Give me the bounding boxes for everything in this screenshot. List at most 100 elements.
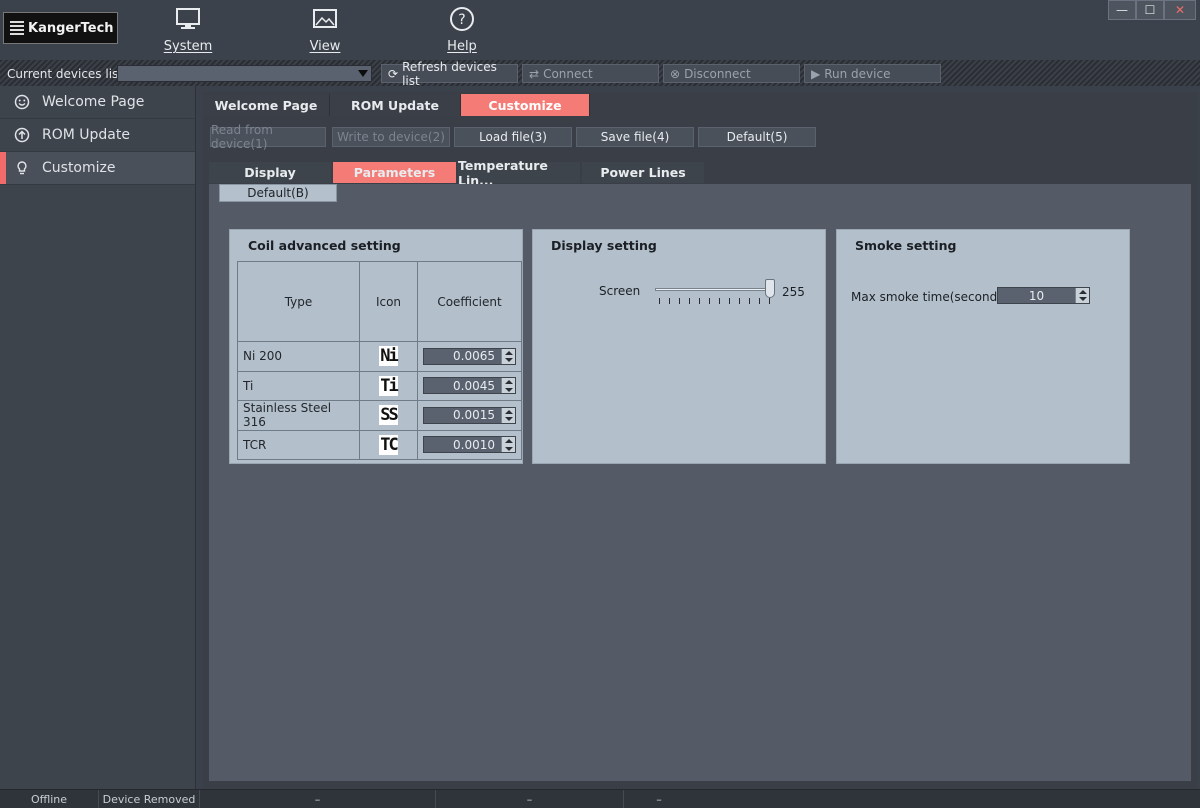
default-5-label: Default(5) — [726, 130, 788, 144]
subtab-parameters[interactable]: Parameters — [333, 162, 456, 183]
menu-help[interactable]: ? Help — [422, 4, 502, 54]
devices-select[interactable] — [117, 65, 372, 82]
device-bar: Current devices list ⟳ Refresh devices l… — [0, 60, 1200, 88]
menu-view[interactable]: View — [285, 4, 365, 54]
logo-text: KangerTech — [28, 20, 114, 36]
tab-label: ROM Update — [351, 97, 439, 113]
coil-header-type: Type — [237, 261, 360, 342]
sidebar-item-rom-update[interactable]: ROM Update — [0, 119, 195, 152]
connect-button[interactable]: ⇄ Connect — [522, 64, 659, 83]
subtab-temperature-lines[interactable]: Temperature Lin... — [458, 158, 580, 188]
status-cell-5: – — [656, 793, 662, 806]
sidebar-item-label: ROM Update — [42, 127, 130, 143]
sidebar: Welcome Page ROM Update Customize — [0, 86, 196, 789]
refresh-icon: ⟳ — [388, 66, 399, 81]
table-row: Ti Ti 0.0045 — [237, 370, 522, 401]
spin-arrows-icon[interactable] — [501, 437, 515, 453]
close-button[interactable]: ✕ — [1164, 0, 1196, 20]
spin-arrows-icon[interactable] — [501, 348, 515, 364]
sidebar-item-customize[interactable]: Customize — [0, 152, 195, 185]
screen-slider-thumb[interactable] — [765, 279, 775, 298]
question-icon: ? — [422, 4, 502, 34]
coef-spinbox[interactable]: 0.0015 — [423, 406, 516, 424]
default-5-button[interactable]: Default(5) — [698, 127, 816, 147]
max-smoke-value: 10 — [1028, 288, 1045, 303]
refresh-devices-label: Refresh devices list — [402, 59, 497, 88]
dropdown-arrow-icon — [358, 70, 368, 77]
screen-slider-track[interactable] — [655, 288, 773, 291]
ni-coil-icon: Ni — [379, 346, 399, 367]
read-label: Read from device(1) — [211, 123, 273, 151]
bulb-icon — [14, 160, 30, 176]
max-smoke-label: Max smoke time(second) — [851, 290, 1002, 304]
minimize-icon: — — [1116, 3, 1128, 17]
load-file-button[interactable]: Load file(3) — [454, 127, 572, 147]
status-bar: Offline Device Removed – – – — [0, 789, 1200, 808]
coil-type: Ti — [237, 370, 360, 401]
tab-label: Welcome Page — [214, 97, 318, 113]
monitor-icon — [148, 4, 228, 34]
coef-value: 0.0015 — [453, 408, 495, 423]
menu-system-label: System — [163, 39, 213, 54]
display-setting-group: Display setting Screen 255 — [532, 229, 826, 464]
screen-label: Screen — [599, 284, 641, 298]
disconnect-button[interactable]: ⊗ Disconnect — [663, 64, 800, 83]
image-icon — [285, 4, 365, 34]
devices-list-label: Current devices list — [7, 67, 123, 81]
tab-welcome-page[interactable]: Welcome Page — [203, 94, 330, 116]
subtab-label: Parameters — [353, 165, 436, 180]
sidebar-item-label: Welcome Page — [42, 94, 145, 110]
maximize-button[interactable]: ☐ — [1136, 0, 1164, 20]
minimize-button[interactable]: — — [1108, 0, 1136, 20]
slider-ticks — [659, 298, 771, 304]
disconnect-icon: ⊗ — [670, 66, 681, 81]
tab-rom-update[interactable]: ROM Update — [330, 94, 461, 116]
kangertech-logo: KangerTech — [3, 12, 118, 44]
status-cell-4: – — [436, 790, 624, 808]
default-b-button[interactable]: Default(B) — [219, 184, 337, 202]
write-to-device-button[interactable]: Write to device(2) — [332, 127, 450, 147]
run-device-button[interactable]: ▶ Run device — [804, 64, 941, 83]
menu-system[interactable]: System — [148, 4, 228, 54]
upload-icon — [14, 127, 30, 143]
coil-header-coef: Coefficient — [417, 261, 522, 342]
coil-type: TCR — [237, 429, 360, 460]
sidebar-item-welcome[interactable]: Welcome Page — [0, 86, 195, 119]
read-from-device-button[interactable]: Read from device(1) — [210, 123, 326, 151]
coil-type: Ni 200 — [237, 341, 360, 372]
spin-arrows-icon[interactable] — [501, 407, 515, 423]
main-area: Welcome Page ROM Update Customize Read f… — [203, 92, 1197, 789]
status-cell-3: – — [200, 790, 436, 808]
save-file-button[interactable]: Save file(4) — [576, 127, 694, 147]
coef-value: 0.0010 — [453, 437, 495, 452]
svg-text:?: ? — [458, 12, 465, 28]
coef-spinbox[interactable]: 0.0065 — [423, 347, 516, 365]
refresh-devices-button[interactable]: ⟳ Refresh devices list — [381, 60, 518, 88]
menu-view-label: View — [309, 39, 341, 54]
run-device-label: Run device — [824, 66, 891, 81]
coil-advanced-group: Coil advanced setting Type Icon Coeffici… — [229, 229, 523, 464]
spin-arrows-icon[interactable] — [501, 378, 515, 394]
connect-label: Connect — [543, 66, 593, 81]
status-event: Device Removed — [99, 790, 200, 808]
smiley-icon — [14, 94, 30, 110]
save-label: Save file(4) — [600, 130, 670, 144]
screen-value: 255 — [782, 285, 805, 299]
smoke-group-title: Smoke setting — [855, 238, 957, 253]
subtab-power-lines[interactable]: Power Lines — [582, 162, 704, 183]
coef-spinbox[interactable]: 0.0045 — [423, 377, 516, 395]
max-smoke-spinbox[interactable]: 10 — [997, 287, 1090, 304]
run-icon: ▶ — [811, 66, 821, 81]
subtab-label: Display — [244, 165, 296, 180]
status-connection: Offline — [0, 790, 99, 808]
maximize-icon: ☐ — [1144, 3, 1156, 17]
close-icon: ✕ — [1174, 3, 1186, 17]
title-bar: KangerTech System View ? Help — ☐ ✕ — [0, 0, 1200, 60]
spin-arrows-icon[interactable] — [1075, 288, 1089, 303]
coef-spinbox[interactable]: 0.0010 — [423, 436, 516, 454]
subtab-display[interactable]: Display — [209, 162, 331, 183]
coil-type: Stainless Steel 316 — [237, 400, 360, 431]
sidebar-item-label: Customize — [42, 160, 116, 176]
subtab-label: Temperature Lin... — [458, 157, 548, 188]
tab-customize[interactable]: Customize — [461, 94, 590, 116]
